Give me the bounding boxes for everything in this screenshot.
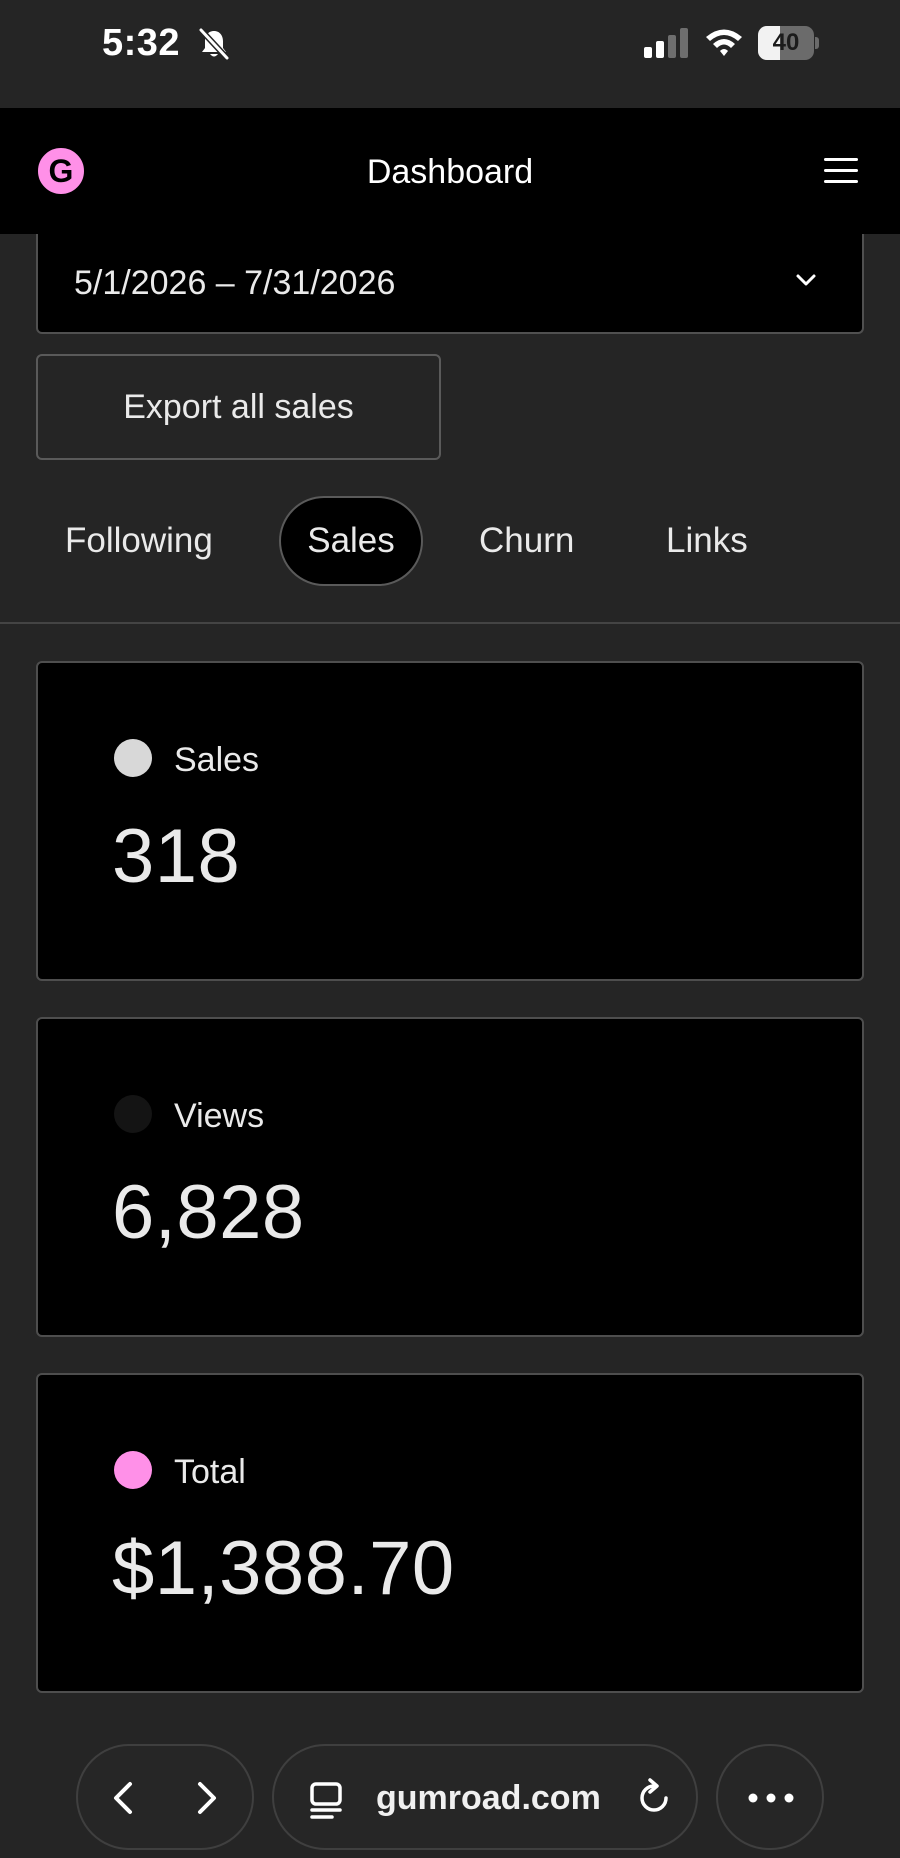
legend-dot xyxy=(114,1095,152,1133)
more-icon xyxy=(748,1793,794,1803)
hamburger-menu-icon[interactable] xyxy=(822,154,860,188)
browser-nav-group xyxy=(76,1744,254,1850)
stat-card-total: Total $1,388.70 xyxy=(36,1373,864,1693)
legend-dot xyxy=(114,739,152,777)
battery-body: 40 xyxy=(758,26,814,60)
stat-label: Views xyxy=(174,1097,265,1135)
more-button[interactable] xyxy=(716,1744,824,1850)
reload-icon[interactable] xyxy=(632,1776,676,1820)
stat-label: Sales xyxy=(174,741,260,779)
menu-bar-bottom xyxy=(824,180,858,183)
battery-icon: 40 xyxy=(758,26,820,60)
date-range-value: 5/1/2026 – 7/31/2026 xyxy=(74,264,396,302)
page-title: Dashboard xyxy=(366,153,534,191)
stat-value: 6,828 xyxy=(112,1170,305,1255)
status-time: 5:32 xyxy=(102,22,181,64)
menu-bar-middle xyxy=(824,169,858,172)
status-bar: 5:32 40 xyxy=(0,0,900,108)
tabs-icon[interactable] xyxy=(308,1780,346,1820)
stat-card-sales: Sales 318 xyxy=(36,661,864,981)
tab-bar: Following Sales Churn Links xyxy=(0,496,900,586)
battery-level: 40 xyxy=(772,29,800,56)
menu-bar-top xyxy=(824,158,858,161)
battery-nub xyxy=(815,37,819,49)
stat-value: 318 xyxy=(112,814,241,899)
tab-divider xyxy=(0,622,900,624)
tab-churn[interactable]: Churn xyxy=(479,496,574,586)
export-all-sales-button[interactable]: Export all sales xyxy=(36,354,441,460)
tab-following[interactable]: Following xyxy=(65,496,213,586)
forward-arrow-icon[interactable] xyxy=(176,1766,236,1830)
bell-slash-icon xyxy=(198,27,230,61)
app-header: G Dashboard xyxy=(0,108,900,234)
address-bar[interactable]: gumroad.com xyxy=(272,1744,698,1850)
stat-value: $1,388.70 xyxy=(112,1526,455,1611)
url-text: gumroad.com xyxy=(376,1779,601,1817)
wifi-icon xyxy=(706,29,742,56)
tab-links[interactable]: Links xyxy=(666,496,748,586)
legend-dot xyxy=(114,1451,152,1489)
back-arrow-icon[interactable] xyxy=(94,1766,154,1830)
stat-label: Total xyxy=(174,1453,246,1491)
screen: 5:32 40 G Dashboard 5/1/2026 – 7/31/2026… xyxy=(0,0,900,1858)
chevron-down-icon xyxy=(796,274,816,286)
signal-icon xyxy=(644,28,688,58)
date-range-select[interactable]: 5/1/2026 – 7/31/2026 xyxy=(36,234,864,334)
tab-sales[interactable]: Sales xyxy=(279,496,423,586)
stat-card-views: Views 6,828 xyxy=(36,1017,864,1337)
